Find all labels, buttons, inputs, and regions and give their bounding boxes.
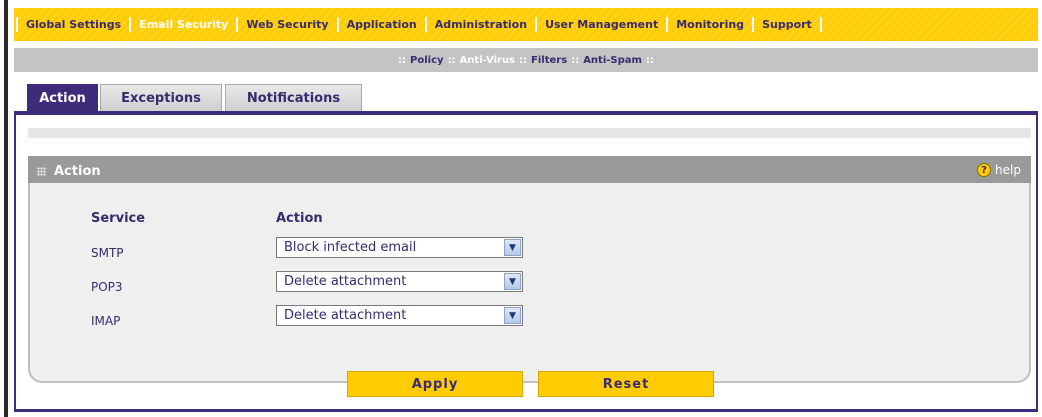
sub-menu-separator: :: — [571, 54, 580, 66]
menu-support[interactable]: Support — [754, 8, 820, 41]
section-title: Action — [54, 163, 101, 179]
top-menu: Global Settings Email Security Web Secur… — [14, 8, 1038, 41]
imap-action-select[interactable]: Delete attachment ▼ — [276, 305, 523, 326]
tab-exceptions[interactable]: Exceptions — [100, 84, 222, 111]
menu-web-security[interactable]: Web Security — [238, 8, 336, 41]
service-label-imap: IMAP — [91, 314, 121, 328]
sub-menu-anti-spam[interactable]: Anti-Spam — [583, 55, 642, 66]
message-strip — [28, 128, 1031, 138]
menu-email-security[interactable]: Email Security — [131, 8, 236, 41]
menu-global-settings[interactable]: Global Settings — [18, 8, 129, 41]
service-label-smtp: SMTP — [91, 246, 124, 260]
service-column-header: Service — [91, 211, 146, 226]
menu-administration[interactable]: Administration — [427, 8, 535, 41]
section-header: Action ? help — [28, 156, 1031, 186]
grid-icon — [37, 166, 46, 176]
help-icon: ? — [977, 163, 992, 177]
help-link[interactable]: ? help — [977, 163, 1021, 177]
sub-menu-separator: :: — [519, 54, 528, 66]
sub-menu-separator: :: — [645, 54, 654, 66]
sub-menu-separator: :: — [447, 54, 456, 66]
menu-monitoring[interactable]: Monitoring — [668, 8, 752, 41]
tab-notifications[interactable]: Notifications — [225, 84, 362, 111]
left-border — [4, 0, 8, 417]
help-label: help — [995, 163, 1021, 177]
menu-application[interactable]: Application — [339, 8, 425, 41]
sub-menu-anti-virus[interactable]: Anti-Virus — [460, 55, 515, 66]
apply-button[interactable]: Apply — [347, 371, 523, 397]
sub-menu-policy[interactable]: Policy — [410, 55, 444, 66]
sub-menu: :: Policy :: Anti-Virus :: Filters :: An… — [14, 48, 1038, 72]
action-column-header: Action — [276, 211, 323, 226]
sub-menu-filters[interactable]: Filters — [531, 55, 567, 66]
tab-action[interactable]: Action — [27, 84, 98, 111]
menu-separator — [819, 17, 822, 32]
pop3-action-value: Delete attachment — [284, 274, 407, 289]
action-settings-group — [28, 183, 1031, 383]
chevron-down-icon[interactable]: ▼ — [504, 307, 521, 324]
sub-menu-separator: :: — [398, 54, 407, 66]
reset-button[interactable]: Reset — [538, 371, 714, 397]
menu-user-management[interactable]: User Management — [537, 8, 666, 41]
smtp-action-value: Block infected email — [284, 240, 417, 255]
chevron-down-icon[interactable]: ▼ — [504, 239, 521, 256]
chevron-down-icon[interactable]: ▼ — [504, 273, 521, 290]
imap-action-value: Delete attachment — [284, 308, 407, 323]
service-label-pop3: POP3 — [91, 280, 123, 294]
smtp-action-select[interactable]: Block infected email ▼ — [276, 237, 523, 258]
pop3-action-select[interactable]: Delete attachment ▼ — [276, 271, 523, 292]
